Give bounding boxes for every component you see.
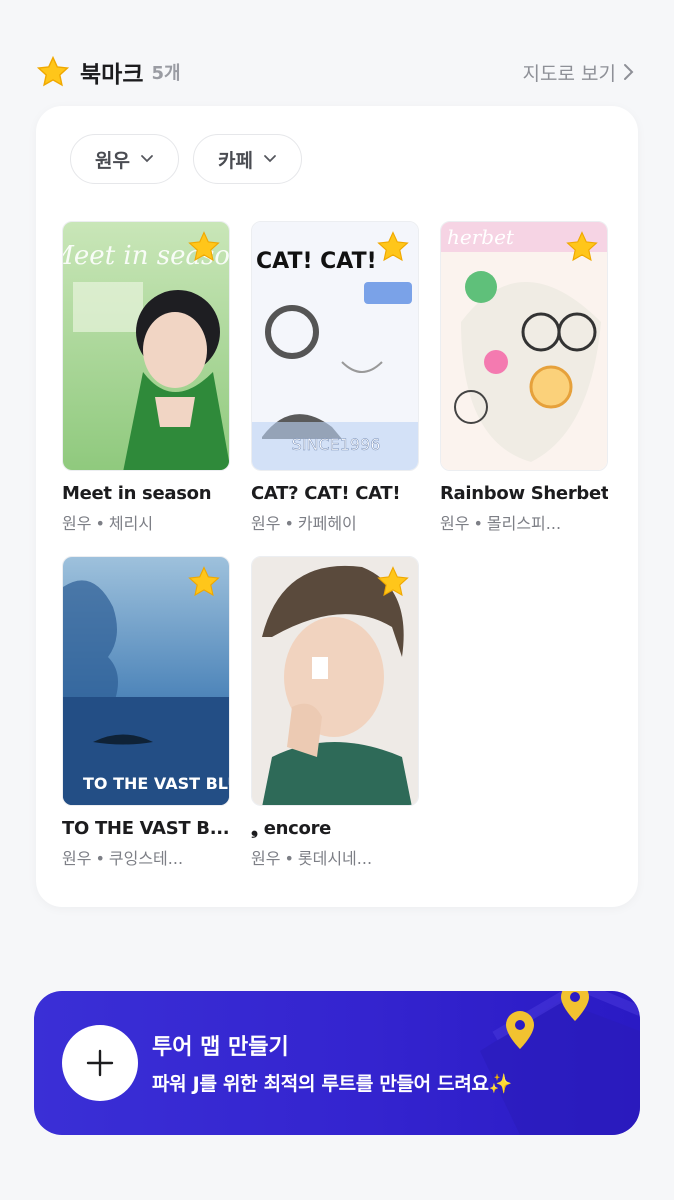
poster-text: CAT! CAT!	[256, 249, 377, 274]
filter-bar: 원우 카페	[70, 134, 302, 184]
poster-subtext: SINCE1996	[292, 435, 381, 454]
item-meta: 원우 • 쿠잉스테...	[62, 845, 230, 869]
separator: •	[284, 514, 294, 533]
separator: •	[95, 849, 105, 868]
bookmark-header: 북마크 5개 지도로 보기	[36, 52, 634, 92]
item-place: 쿠잉스테...	[108, 849, 184, 868]
bookmark-item[interactable]: Meet in season Meet in season 원우•체리시	[62, 221, 230, 534]
separator: •	[284, 849, 294, 868]
filter-category-dropdown[interactable]: 카페	[192, 134, 302, 184]
bookmark-item[interactable]: TO THE VAST BLUE TO THE VAST B... 원우•쿠잉스…	[62, 556, 230, 869]
poster-image: TO THE VAST BLUE	[62, 556, 230, 806]
bookmark-card: 원우 카페 Meet in season Meet in season 원우•체…	[36, 106, 638, 907]
item-meta: 원우 • 체리시	[62, 510, 230, 534]
item-artist: 원우	[62, 514, 92, 533]
item-meta: 원우 • 롯데시네...	[251, 845, 419, 869]
bookmark-star-icon[interactable]	[565, 230, 599, 264]
poster-image	[251, 556, 419, 806]
item-meta: 원우 • 카페헤이	[251, 510, 419, 534]
chevron-down-icon	[264, 155, 276, 163]
view-on-map-link[interactable]: 지도로 보기	[523, 59, 634, 86]
poster-image: CAT! CAT! SINCE1996	[251, 221, 419, 471]
poster-text: herbet	[447, 225, 515, 249]
bookmark-item[interactable]: CAT! CAT! SINCE1996 CAT? CAT! CAT! 원우 • 카페…	[251, 221, 419, 534]
banner-title: 투어 맵 만들기	[152, 1035, 289, 1060]
bookmark-count: 5개	[151, 63, 181, 84]
filter-member-dropdown[interactable]: 원우	[70, 134, 179, 184]
add-tour-map-button[interactable]	[62, 1025, 138, 1101]
item-title: CAT? CAT! CAT!	[251, 483, 401, 504]
page-title: 북마크	[80, 62, 144, 88]
item-title: TO THE VAST B...	[62, 818, 230, 839]
filter-member-label: 원우	[95, 149, 130, 172]
separator: •	[473, 514, 483, 533]
item-title: Meet in season	[62, 483, 212, 504]
filter-category-label: 카페	[217, 149, 253, 172]
item-artist: 원우	[251, 514, 281, 533]
item-artist: 원우	[440, 514, 470, 533]
bookmark-item[interactable]: herbet Rainbow Sherbet 원우 • 몰리스피...	[440, 221, 608, 534]
bookmark-star-icon[interactable]	[187, 565, 221, 599]
item-place: 롯데시네...	[297, 849, 373, 868]
item-artist: 원우	[62, 849, 92, 868]
plus-icon	[86, 1049, 114, 1077]
star-icon	[36, 55, 70, 87]
poster-text: TO THE VAST BLUE	[83, 774, 230, 793]
chevron-right-icon	[624, 64, 634, 80]
bookmark-star-icon[interactable]	[376, 230, 410, 264]
bookmark-star-icon[interactable]	[187, 230, 221, 264]
item-place: 카페헤이	[297, 514, 357, 533]
separator: •	[95, 514, 105, 533]
bookmark-star-icon[interactable]	[376, 565, 410, 599]
chevron-down-icon	[141, 155, 153, 163]
poster-image: Meet in season	[62, 221, 230, 471]
map-route-decoration	[480, 991, 640, 1135]
create-tour-map-banner[interactable]: 투어 맵 만들기 파워 J를 위한 최적의 루트를 만들어 드려요✨	[34, 991, 640, 1135]
view-on-map-label: 지도로 보기	[522, 62, 616, 85]
bookmark-item[interactable]: ❟ encore 원우 • 롯데시네...	[251, 556, 419, 869]
item-place: 몰리스피...	[486, 514, 562, 533]
poster-image: herbet	[440, 221, 608, 471]
item-artist: 원우	[251, 849, 281, 868]
item-title: ❟ encore	[251, 818, 332, 839]
item-place: 체리시	[108, 514, 154, 533]
banner-subtitle: 파워 J를 위한 최적의 루트를 만들어 드려요✨	[152, 1073, 513, 1095]
item-title: Rainbow Sherbet	[440, 483, 608, 504]
item-meta: 원우 • 몰리스피...	[440, 510, 608, 534]
